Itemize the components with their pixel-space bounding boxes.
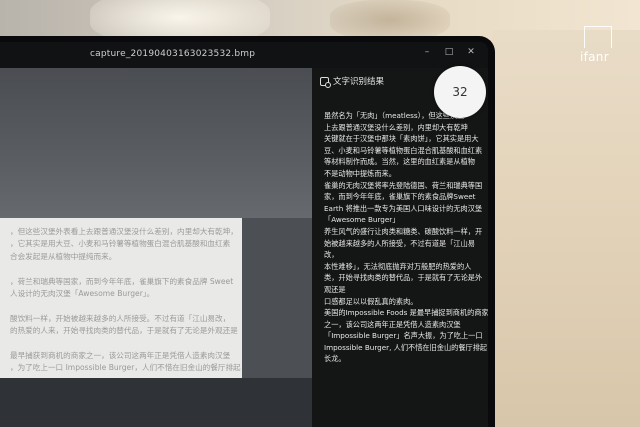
ocr-header: 文字识别结果 — [320, 72, 384, 90]
ocr-line: 观还是 — [324, 284, 346, 294]
ocr-line: 美国的Impossible Foods 是最早捕捉到商机的商家 — [324, 308, 488, 318]
shadow-blur — [330, 0, 450, 40]
watermark-text: ifanr — [580, 50, 609, 64]
ifanr-watermark: ifanr — [574, 26, 622, 68]
doc-line — [10, 263, 234, 275]
ocr-line: 类，开始寻找肉类的替代品，于是就有了无论是外 — [324, 273, 483, 283]
doc-line: ，为了吃上一口 Impossible Burger，人们不惜在旧金山的餐厅排起 — [10, 363, 241, 373]
ocr-line: 改， — [324, 250, 339, 260]
ocr-line: 上去跟普通汉堡没什么差别，内里却大有乾坤 — [324, 122, 468, 132]
preview-blurred-area — [0, 68, 312, 228]
doc-line: 最早捕获到商机的商家之一，该公司这两年正是凭借人造素肉汉堡 — [10, 351, 231, 361]
minimize-button[interactable]: – — [420, 47, 434, 57]
ocr-line: Earth 将推出一款专为美国人口味设计的无肉汉堡 — [324, 203, 483, 213]
doc-line — [10, 300, 234, 312]
ocr-line: 等材料制作而成。当然，这里的血红素是从植物 — [324, 157, 475, 167]
window-titlebar: capture_20190403163023532.bmp – □ ✕ — [0, 42, 488, 68]
doc-line: 酸饮料一样，开始被越来越多的人所接受。不过有道「江山易改， — [10, 313, 231, 323]
blurred-room-right — [492, 30, 640, 427]
preview-side-area — [242, 218, 312, 378]
doc-line: ，它其实是用大豆、小麦和马铃薯等植物蛋白混合肌基酸和血红素 — [10, 239, 231, 249]
ocr-line: 家，而到今年年底，雀巢旗下的素食品牌Sweet — [324, 192, 476, 202]
ocr-line: 本性难移」，无法彻底抛弃对万般肥的热爱的人 — [324, 261, 472, 271]
watermark-logo-frame — [584, 26, 612, 48]
doc-line: ，荷兰和瑞典等国家，而到今年年底，雀巢旗下的素食品牌 Sweet — [10, 276, 234, 286]
doc-line — [10, 338, 234, 350]
ocr-line: 「Impossible Burger」名声大振，为了吃上一口 — [324, 331, 483, 341]
doc-line: 的热爱的人来，开始寻找肉类的替代品，于是就有了无论是外观还是 — [10, 326, 238, 336]
ocr-line: 豆、小麦和马铃薯等植物蛋白混合肌基酸和血红素 — [324, 145, 483, 155]
ocr-line: 口感都足以以假乱真的素肉。 — [324, 296, 418, 306]
image-preview-pane: ，但这些汉堡外表看上去跟普通汉堡没什么差别，内里却大有乾坤， ，它其实是用大豆、… — [0, 68, 312, 427]
ocr-text-block[interactable]: 虽然名为「无肉」（meatless），但这些汉堡 上去跟普通汉堡没什么差别，内里… — [324, 110, 488, 365]
doc-line: 人设计的无肉汉堡「Awesome Burger」。 — [10, 289, 155, 299]
ocr-line: 始被越来越多的人所接受，不过有道是「江山易 — [324, 238, 475, 248]
ocr-result-pane[interactable]: 文字识别结果 虽然名为「无肉」（meatless），但这些汉堡 上去跟普通汉堡没… — [312, 68, 488, 427]
ocr-line: Impossible Burger, 人们不惜在旧金山的餐厅排起 — [324, 342, 488, 352]
ocr-line: 关键就在于汉堡中那块「素肉饼」，它其实是用大 — [324, 134, 479, 144]
close-button[interactable]: ✕ — [464, 47, 478, 57]
doc-line: ，但这些汉堡外表看上去跟普通汉堡没什么差别，内里却大有乾坤， — [10, 227, 238, 236]
ocr-line: 之一，该公司这两年正是凭借人造素肉汉堡 — [324, 319, 461, 329]
ocr-line: 养生风气的盛行让肉类和糖类、碳酸饮料一样，开 — [324, 226, 483, 236]
captured-document: ，但这些汉堡外表看上去跟普通汉堡没什么差别，内里却大有乾坤， ，它其实是用大豆、… — [0, 218, 242, 378]
ocr-line: 「Awesome Burger」 — [324, 215, 400, 225]
text-recognition-icon — [320, 76, 331, 88]
laptop-screen: capture_20190403163023532.bmp – □ ✕ ，但这些… — [0, 42, 488, 427]
count-badge: 32 — [434, 66, 486, 118]
doc-line: 合会发起是从植物中提纯而来。 — [10, 251, 117, 261]
ocr-line: 不是动物中提炼而来。 — [324, 168, 396, 178]
preview-dark-area — [0, 378, 312, 427]
maximize-button[interactable]: □ — [442, 47, 456, 57]
ocr-title: 文字识别结果 — [333, 77, 385, 87]
badge-value: 32 — [452, 85, 468, 99]
ocr-line: 长龙。 — [324, 354, 346, 364]
ocr-line: 雀巢的无肉汉堡将率先登陆德国、荷兰和瑞典等国 — [324, 180, 483, 190]
window-filename: capture_20190403163023532.bmp — [90, 49, 256, 59]
